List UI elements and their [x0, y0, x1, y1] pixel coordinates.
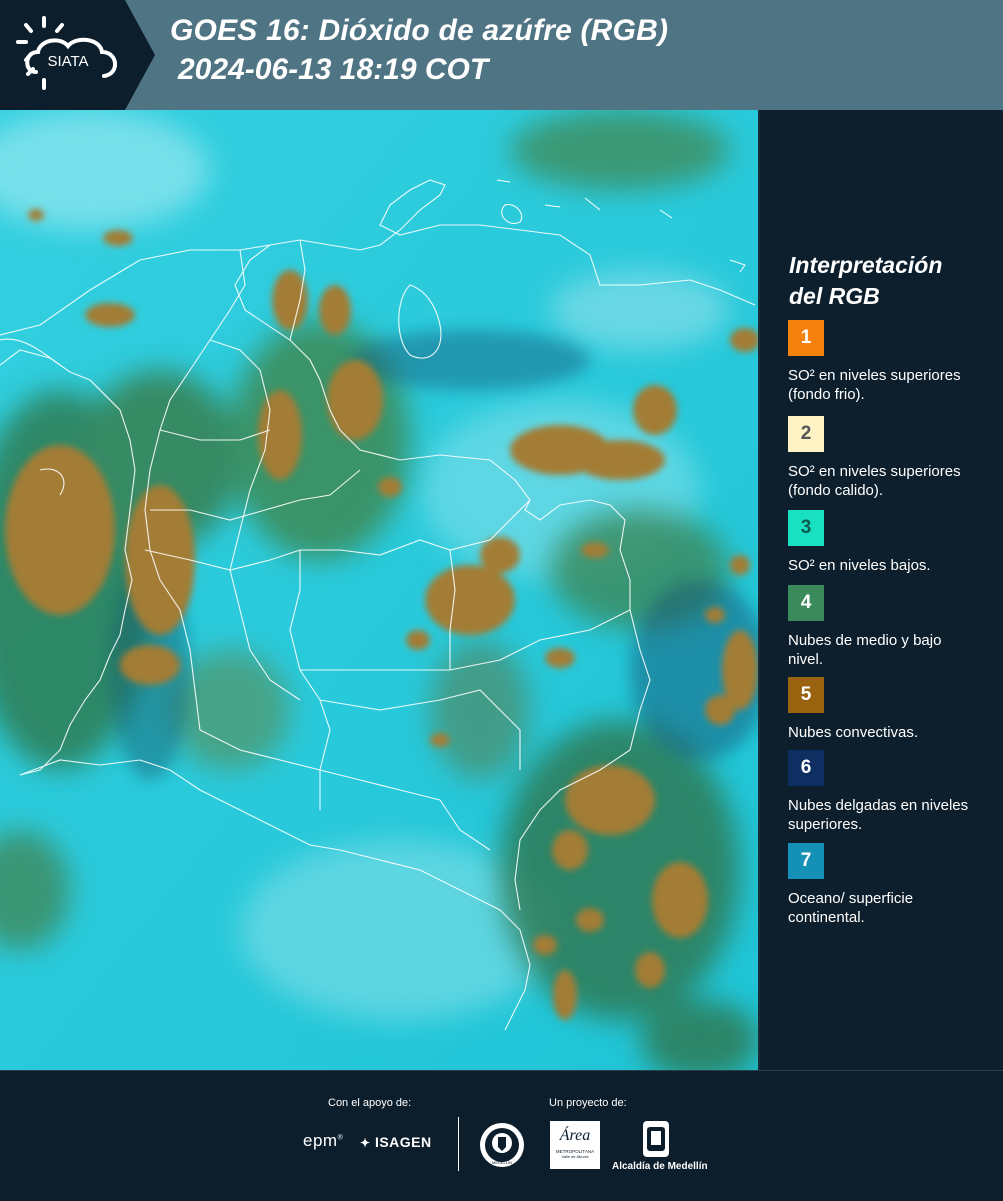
legend-label-6: Nubes delgadas en niveles superiores.	[788, 797, 969, 833]
isagen-text: ISAGEN	[374, 1134, 432, 1150]
alcaldia-emblem-icon	[643, 1121, 669, 1157]
legend-panel: Interpretación del RGB 1 SO² en niveles s…	[760, 110, 1003, 1070]
legend-label-4: Nubes de medio y bajo nivel.	[788, 632, 942, 668]
footer: Con el apoyo de: Un proyecto de: epm® ✦ …	[0, 1070, 1003, 1201]
isagen-icon: ✦	[360, 1136, 371, 1150]
support-label: Con el apoyo de:	[328, 1097, 412, 1109]
medellin-seal-icon[interactable]: MEDELLÍN	[478, 1121, 526, 1169]
legend-label-2: SO² en niveles superiores (fondo calido)…	[788, 463, 961, 499]
area-subtext2: Valle de Aburrá	[561, 1154, 589, 1159]
epm-text: epm	[303, 1131, 338, 1150]
satellite-map[interactable]	[0, 110, 758, 1070]
legend-label-7: Oceano/ superficie continental.	[788, 890, 914, 926]
legend-label-5: Nubes convectivas.	[788, 724, 919, 741]
alcaldia-text[interactable]: Alcaldía de Medellín	[612, 1161, 708, 1172]
legend-swatch-1: 1	[788, 320, 824, 356]
siata-logo[interactable]: SIATA	[0, 0, 155, 110]
legend-label-3: SO² en niveles bajos.	[788, 557, 931, 574]
area-metropolitana-logo[interactable]: Área METROPOLITANA Valle de Aburrá	[550, 1121, 600, 1169]
epm-logo[interactable]: epm®	[303, 1131, 343, 1151]
footer-divider	[458, 1117, 459, 1171]
legend-label-1: SO² en niveles superiores (fondo frio).	[788, 367, 961, 403]
header-bar: SIATA GOES 16: Dióxido de azúfre (RGB) 2…	[0, 0, 1003, 110]
project-label: Un proyecto de:	[549, 1097, 627, 1109]
logo-text: SIATA	[47, 53, 88, 70]
legend-title: Interpretación del RGB	[789, 250, 989, 312]
sun-cloud-icon: SIATA	[16, 16, 117, 90]
legend-title-line2: del RGB	[789, 283, 880, 309]
legend-swatch-2: 2	[788, 416, 824, 452]
page-datetime: 2024-06-13 18:19 COT	[178, 53, 489, 86]
legend-swatch-6: 6	[788, 750, 824, 786]
seal-text: MEDELLÍN	[492, 1160, 512, 1165]
isagen-logo[interactable]: ✦ ISAGEN	[360, 1134, 432, 1150]
legend-swatch-5: 5	[788, 677, 824, 713]
legend-title-line1: Interpretación	[789, 252, 943, 278]
area-text: Área	[559, 1127, 591, 1144]
page-title: GOES 16: Dióxido de azúfre (RGB)	[170, 14, 669, 47]
legend-swatch-7: 7	[788, 843, 824, 879]
legend-swatch-3: 3	[788, 510, 824, 546]
legend-swatch-4: 4	[788, 585, 824, 621]
